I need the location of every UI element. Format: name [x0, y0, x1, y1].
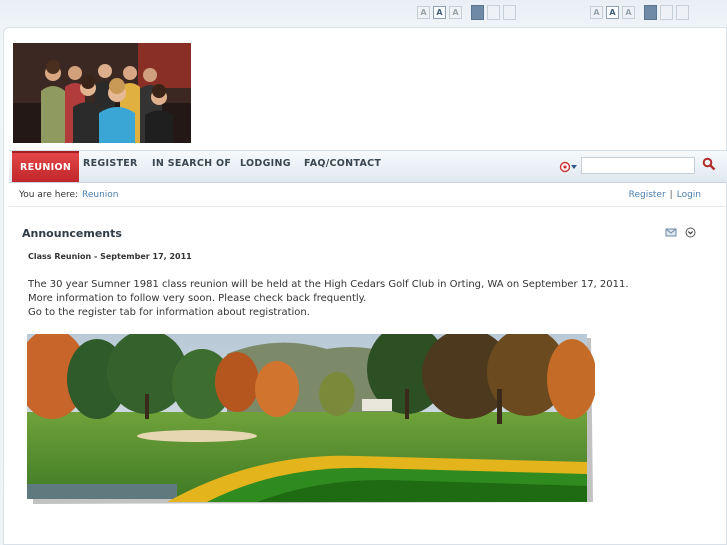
nav-item-in-search-of[interactable]: IN SEARCH OF	[152, 158, 231, 169]
language-select[interactable]	[559, 159, 579, 173]
breadcrumb-label: You are here:	[19, 190, 79, 200]
article-paragraph: The 30 year Sumner 1981 class reunion wi…	[28, 279, 629, 290]
collapse-icon[interactable]	[685, 227, 696, 238]
search-button[interactable]	[702, 156, 716, 171]
nav-item-reunion[interactable]: REUNION	[12, 151, 80, 182]
section-heading: Announcements	[22, 227, 122, 240]
font-size-controls-2: A A A	[590, 5, 692, 20]
font-larger-button[interactable]: A	[449, 6, 462, 19]
article-body: The 30 year Sumner 1981 class reunion wi…	[28, 278, 629, 320]
layout-medium-button-2[interactable]	[660, 5, 673, 20]
main-nav: REUNION REGISTER IN SEARCH OF LODGING FA…	[9, 150, 727, 183]
article-paragraph: More information to follow very soon. Pl…	[28, 293, 367, 304]
page-container: REUNION REGISTER IN SEARCH OF LODGING FA…	[3, 27, 727, 545]
breadcrumb: You are here: Reunion Register | Login	[9, 184, 727, 207]
golf-course-image	[17, 324, 597, 506]
layout-medium-button[interactable]	[487, 5, 500, 20]
flag-icon	[559, 161, 577, 173]
font-size-controls: A A A	[417, 5, 519, 20]
layout-narrow-button-2[interactable]	[644, 5, 657, 20]
section-tools	[665, 227, 696, 238]
font-larger-button-2[interactable]: A	[622, 6, 635, 19]
magnifier-icon	[702, 157, 716, 171]
header-group-photo	[13, 43, 191, 143]
user-links-separator: |	[669, 190, 673, 200]
font-default-button-2[interactable]: A	[606, 6, 619, 19]
article-paragraph: Go to the register tab for information a…	[28, 307, 310, 318]
nav-item-register[interactable]: REGISTER	[83, 158, 138, 169]
article-title: Class Reunion - September 17, 2011	[28, 252, 192, 261]
login-link[interactable]: Login	[677, 190, 701, 200]
nav-item-faq-contact[interactable]: FAQ/CONTACT	[304, 158, 381, 169]
layout-narrow-button[interactable]	[471, 5, 484, 20]
user-links: Register | Login	[629, 184, 701, 206]
layout-wide-button-2[interactable]	[676, 5, 689, 20]
font-smaller-button-2[interactable]: A	[590, 6, 603, 19]
search-input[interactable]	[581, 157, 695, 174]
email-icon[interactable]	[665, 227, 677, 238]
nav-item-lodging[interactable]: LODGING	[240, 158, 291, 169]
font-default-button[interactable]: A	[433, 6, 446, 19]
font-smaller-button[interactable]: A	[417, 6, 430, 19]
register-link[interactable]: Register	[629, 190, 666, 200]
layout-wide-button[interactable]	[503, 5, 516, 20]
breadcrumb-current-link[interactable]: Reunion	[82, 184, 119, 206]
